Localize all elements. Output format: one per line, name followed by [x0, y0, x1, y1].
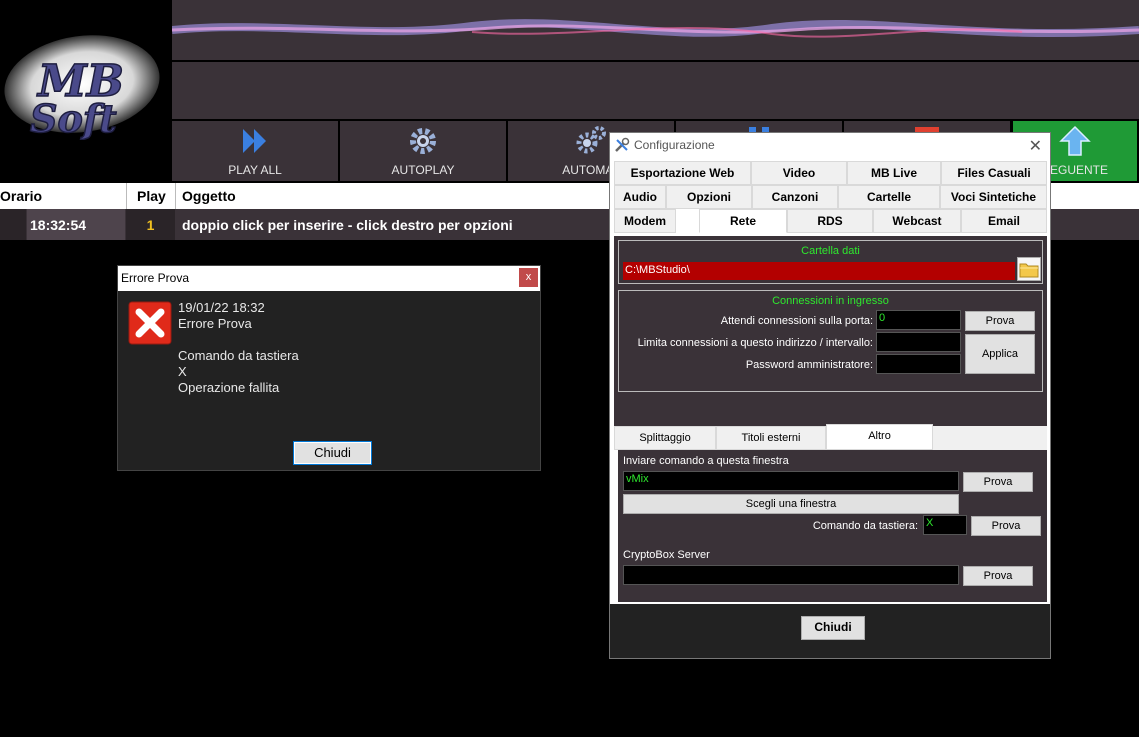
tab-row-1: Esportazione Web Video MB Live Files Cas… — [614, 161, 1047, 185]
error-message: 19/01/22 18:32 Errore Prova Comando da t… — [178, 300, 299, 396]
config-close-button[interactable]: Chiudi — [801, 616, 865, 640]
tab-options[interactable]: Opzioni — [666, 185, 752, 209]
subtab-splitting[interactable]: Splittaggio — [614, 426, 716, 450]
cryptobox-label: CryptoBox Server — [623, 549, 710, 561]
play-all-icon — [243, 129, 266, 153]
apply-button[interactable]: Applica — [965, 334, 1035, 374]
keyboard-test-button[interactable]: Prova — [971, 516, 1041, 536]
tab-songs[interactable]: Canzoni — [752, 185, 838, 209]
column-divider — [126, 183, 127, 209]
error-icon — [128, 301, 172, 345]
folder-icon — [1019, 263, 1039, 278]
track-info-area — [172, 62, 1139, 119]
tab-rds[interactable]: RDS — [787, 209, 873, 233]
autoplay-label: AUTOPLAY — [391, 163, 455, 177]
other-panel: Inviare comando a questa finestra vMix P… — [618, 450, 1047, 602]
error-close-button[interactable]: Chiudi — [293, 441, 372, 465]
limit-label: Limita connessioni a questo indirizzo / … — [637, 337, 873, 349]
port-label: Attendi connessioni sulla porta: — [720, 315, 873, 327]
tab-mb-live[interactable]: MB Live — [847, 161, 941, 185]
limit-input[interactable] — [876, 332, 961, 352]
network-panel: Cartella dati C:\MBStudio\ Connessioni i… — [614, 236, 1047, 426]
gears-icon — [576, 126, 606, 154]
tab-folders[interactable]: Cartelle — [838, 185, 940, 209]
password-label: Password amministratore: — [745, 359, 873, 371]
row-object: doppio click per inserire - click destro… — [182, 217, 513, 233]
error-line-blank — [178, 332, 299, 348]
close-icon[interactable]: ✕ — [1029, 136, 1042, 156]
keyboard-command-label: Comando da tastiera: — [812, 520, 918, 532]
error-line-date: 19/01/22 18:32 — [178, 300, 265, 315]
choose-window-button[interactable]: Scegli una finestra — [623, 494, 959, 514]
error-line-title: Errore Prova — [178, 316, 252, 331]
row-marker — [0, 209, 26, 240]
browse-folder-button[interactable] — [1017, 257, 1041, 281]
data-folder-title: Cartella dati — [801, 245, 860, 257]
cryptobox-test-button[interactable]: Prova — [963, 566, 1033, 586]
error-line-result: Operazione fallita — [178, 380, 280, 395]
tab-email[interactable]: Email — [961, 209, 1047, 233]
tab-synth-voices[interactable]: Voci Sintetiche — [940, 185, 1047, 209]
play-all-button[interactable]: PLAY ALL — [172, 121, 340, 181]
tab-row-2: Audio Opzioni Canzoni Cartelle Voci Sint… — [614, 185, 1047, 209]
subtab-row: Splittaggio Titoli esterni Altro — [614, 424, 1047, 450]
data-folder-group: Cartella dati C:\MBStudio\ — [618, 240, 1043, 284]
tab-row-3: Modem Rete RDS Webcast Email — [614, 209, 1047, 233]
data-folder-field[interactable]: C:\MBStudio\ — [623, 262, 1015, 280]
mbsoft-logo: MB Soft — [0, 28, 165, 142]
tab-modem[interactable]: Modem — [614, 209, 676, 233]
gear-icon — [410, 128, 436, 154]
tab-audio[interactable]: Audio — [614, 185, 666, 209]
tab-webcast[interactable]: Webcast — [873, 209, 961, 233]
send-command-label: Inviare comando a questa finestra — [623, 455, 789, 467]
config-footer: Chiudi — [610, 604, 1050, 658]
incoming-title: Connessioni in ingresso — [772, 295, 889, 307]
svg-text:Soft: Soft — [30, 96, 117, 140]
error-dialog-title: Errore Prova — [121, 271, 190, 285]
error-dialog-titlebar[interactable]: Errore Prova x — [118, 266, 540, 291]
config-titlebar[interactable]: Configurazione ✕ — [610, 133, 1050, 158]
tools-icon — [615, 137, 630, 152]
tab-network[interactable]: Rete — [699, 209, 787, 233]
column-header-play[interactable]: Play — [137, 188, 166, 204]
autoplay-button[interactable]: AUTOPLAY — [340, 121, 508, 181]
close-button[interactable]: x — [519, 268, 538, 287]
port-input[interactable]: 0 — [876, 310, 961, 330]
subtab-other[interactable]: Altro — [826, 424, 933, 450]
error-line-command: Comando da tastiera — [178, 348, 299, 363]
arrow-up-icon — [1059, 125, 1091, 156]
incoming-test-button[interactable]: Prova — [965, 311, 1035, 331]
column-header-time[interactable]: Orario — [0, 188, 42, 204]
subtab-external-titles[interactable]: Titoli esterni — [716, 426, 826, 450]
send-test-button[interactable]: Prova — [963, 472, 1033, 492]
waveform-display[interactable] — [172, 0, 1139, 60]
keyboard-command-input[interactable]: X — [923, 515, 967, 535]
config-body: Esportazione Web Video MB Live Files Cas… — [610, 158, 1050, 604]
password-input[interactable] — [876, 354, 961, 374]
error-dialog: Errore Prova x 19/01/22 18:32 Errore Pro… — [117, 265, 541, 471]
target-window-input[interactable]: vMix — [623, 471, 959, 491]
row-time: 18:32:54 — [27, 209, 125, 240]
tab-random-files[interactable]: Files Casuali — [941, 161, 1047, 185]
tab-video[interactable]: Video — [751, 161, 847, 185]
config-dialog: Configurazione ✕ Esportazione Web Video … — [609, 132, 1051, 659]
tab-web-export[interactable]: Esportazione Web — [614, 161, 751, 185]
error-line-key: X — [178, 364, 187, 379]
row-play-count: 1 — [126, 209, 175, 240]
column-header-object[interactable]: Oggetto — [182, 188, 236, 204]
play-all-label: PLAY ALL — [228, 163, 282, 177]
column-divider — [175, 183, 176, 209]
cryptobox-input[interactable] — [623, 565, 959, 585]
incoming-connections-group: Connessioni in ingresso Attendi connessi… — [618, 290, 1043, 392]
config-title: Configurazione — [634, 138, 715, 152]
